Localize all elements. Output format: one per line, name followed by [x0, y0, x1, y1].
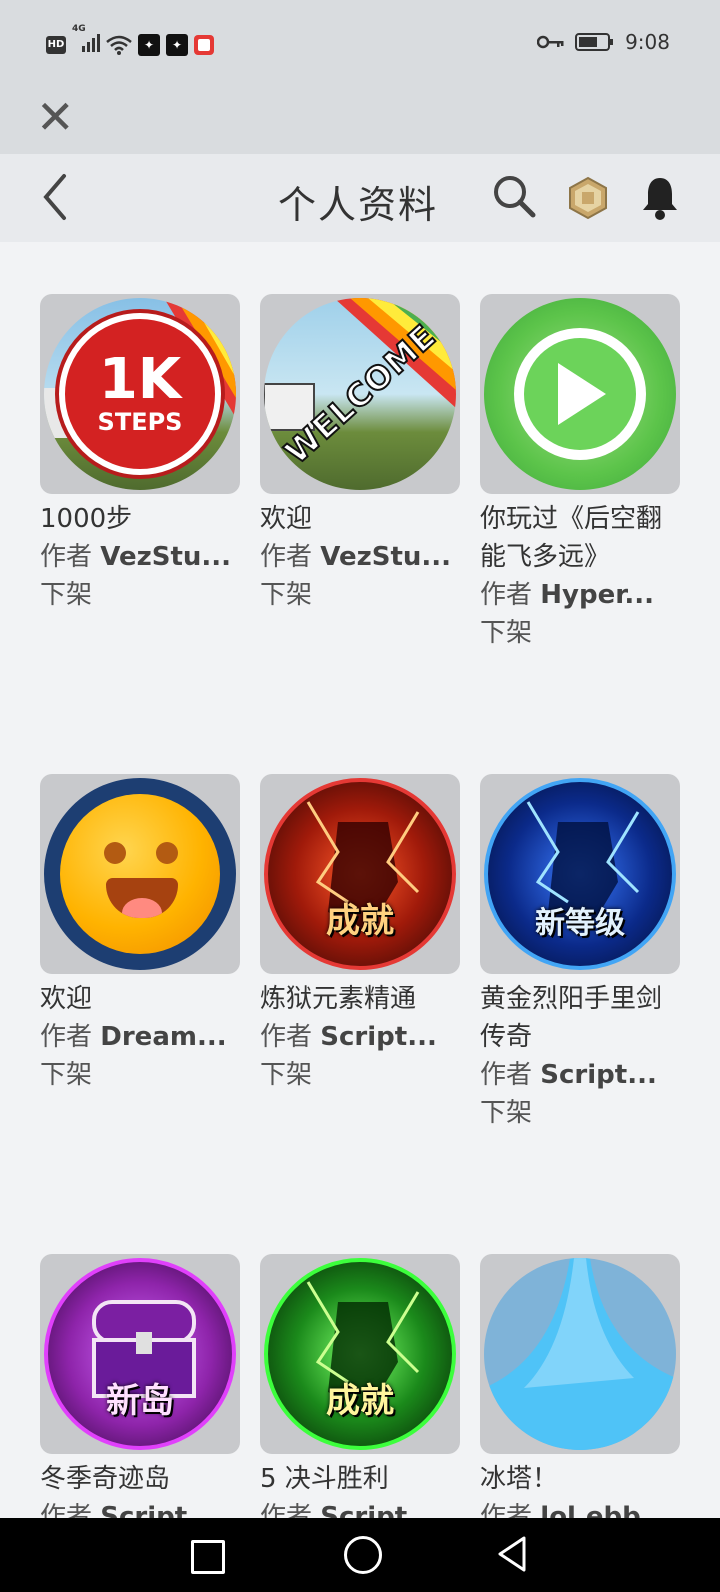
status-icons-right: 9:08 [537, 30, 670, 54]
badge-thumbnail [480, 294, 680, 494]
ice-tower-graphic [484, 1258, 676, 1450]
badge-image: 新等级 [484, 778, 676, 970]
badge-card[interactable]: 成就 炼狱元素精通 作者 Script... 下架 [260, 774, 460, 1094]
badge-card[interactable]: 你玩过《后空翻能飞多远》 作者 Hyper... 下架 [480, 294, 680, 652]
badge-name: 黄金烈阳手里剑传奇 [480, 984, 663, 1052]
recent-apps-button[interactable] [191, 1540, 225, 1574]
1k-steps-badge: 1K STEPS [59, 313, 221, 475]
status-icons-left: HD 4G ✦ ✦ [46, 24, 214, 57]
search-icon[interactable] [492, 174, 536, 218]
app-notification-icon: ✦ [166, 33, 188, 56]
badge-subtext: STEPS [97, 408, 183, 436]
play-button-graphic [514, 328, 646, 460]
signal-icon: 4G [72, 24, 100, 57]
badge-status: 下架 [480, 618, 533, 648]
author-prefix: 作者 [260, 1022, 313, 1052]
author-prefix: 作者 [260, 542, 313, 572]
badge-thumbnail: 成就 [260, 774, 460, 974]
back-button[interactable] [494, 1534, 530, 1574]
badge-image [484, 298, 676, 490]
badge-text: 成就 [326, 1381, 394, 1421]
app-notification-icon [194, 34, 214, 55]
badge-status: 下架 [480, 1098, 533, 1128]
badge-name: 欢迎 [40, 984, 93, 1014]
author-prefix: 作者 [480, 1060, 533, 1090]
badge-card[interactable]: 欢迎 作者 Dream... 下架 [40, 774, 240, 1094]
badge-author: 作者 VezStu... [40, 538, 240, 576]
author-name: Dream... [100, 1022, 227, 1052]
system-navigation-bar [0, 1518, 720, 1592]
badge-text: 新等级 [535, 906, 625, 941]
author-name: Script... [540, 1060, 657, 1090]
badge-thumbnail: 新等级 [480, 774, 680, 974]
badge-status: 下架 [260, 1060, 313, 1090]
badge-image [484, 1258, 676, 1450]
play-icon [558, 363, 606, 425]
author-prefix: 作者 [40, 542, 93, 572]
badge-card[interactable]: 新岛 冬季奇迹岛 作者 Script... [40, 1254, 240, 1536]
battery-icon [575, 33, 614, 51]
badge-thumbnail: 1K STEPS [40, 294, 240, 494]
badge-author: 作者 Hyper... [480, 576, 680, 614]
badge-name: 5 决斗胜利 [260, 1464, 389, 1494]
badge-name: 冬季奇迹岛 [40, 1464, 171, 1494]
badge-image: 1K STEPS [44, 298, 236, 490]
badge-status: 下架 [260, 580, 313, 610]
status-bar: HD 4G ✦ ✦ 9:08 [0, 0, 720, 88]
badge-status: 下架 [40, 1060, 93, 1090]
badge-text: 成就 [326, 901, 394, 941]
badge-thumbnail: WELCOME [260, 294, 460, 494]
key-icon [537, 35, 564, 49]
badge-image: 新岛 [44, 1258, 236, 1450]
notification-bell-icon[interactable] [640, 174, 680, 220]
badge-name: 你玩过《后空翻能飞多远》 [480, 504, 663, 572]
badge-card[interactable]: 成就 5 决斗胜利 作者 Script... [260, 1254, 460, 1536]
author-prefix: 作者 [480, 580, 533, 610]
badge-author: 作者 Script... [260, 1018, 460, 1056]
author-prefix: 作者 [40, 1022, 93, 1052]
author-name: Script... [320, 1022, 437, 1052]
smiley-face-icon [60, 794, 220, 954]
top-nav: 个人资料 [0, 154, 720, 242]
back-arrow-icon[interactable] [40, 172, 70, 222]
close-icon[interactable]: ✕ [36, 94, 75, 140]
badge-thumbnail [40, 774, 240, 974]
webview-header: ✕ [0, 88, 720, 154]
badge-image: 成就 [264, 778, 456, 970]
badge-text: 1K [98, 347, 182, 412]
badge-name: 1000步 [40, 504, 133, 534]
badge-image [44, 778, 236, 970]
badge-thumbnail [480, 1254, 680, 1454]
home-button[interactable] [344, 1536, 382, 1574]
badge-text: 新岛 [106, 1381, 174, 1421]
clock: 9:08 [625, 30, 670, 54]
badge-card[interactable]: 冰塔！ 作者 lol.ebb... [480, 1254, 680, 1536]
robux-icon[interactable] [566, 176, 610, 220]
badge-image: WELCOME [264, 298, 456, 490]
author-name: VezStu... [100, 542, 232, 572]
badge-author: 作者 Dream... [40, 1018, 240, 1056]
badge-card[interactable]: 1K STEPS 1000步 作者 VezStu... 下架 [40, 294, 240, 614]
wifi-icon [106, 35, 132, 55]
badge-card[interactable]: 新等级 黄金烈阳手里剑传奇 作者 Script... 下架 [480, 774, 680, 1132]
hd-icon: HD [46, 35, 66, 54]
badge-name: 欢迎 [260, 504, 313, 534]
badge-name: 炼狱元素精通 [260, 984, 417, 1014]
badge-thumbnail: 成就 [260, 1254, 460, 1454]
app-notification-icon: ✦ [138, 33, 160, 56]
network-type: 4G [72, 24, 86, 34]
author-name: Hyper... [540, 580, 654, 610]
badge-name: 冰塔！ [480, 1464, 559, 1494]
badge-thumbnail: 新岛 [40, 1254, 240, 1454]
badge-image: 成就 [264, 1258, 456, 1450]
page-title: 个人资料 [278, 183, 439, 227]
author-name: VezStu... [320, 542, 452, 572]
badge-card[interactable]: WELCOME 欢迎 作者 VezStu... 下架 [260, 294, 460, 614]
badge-author: 作者 VezStu... [260, 538, 460, 576]
badge-author: 作者 Script... [480, 1056, 680, 1094]
badge-status: 下架 [40, 580, 93, 610]
